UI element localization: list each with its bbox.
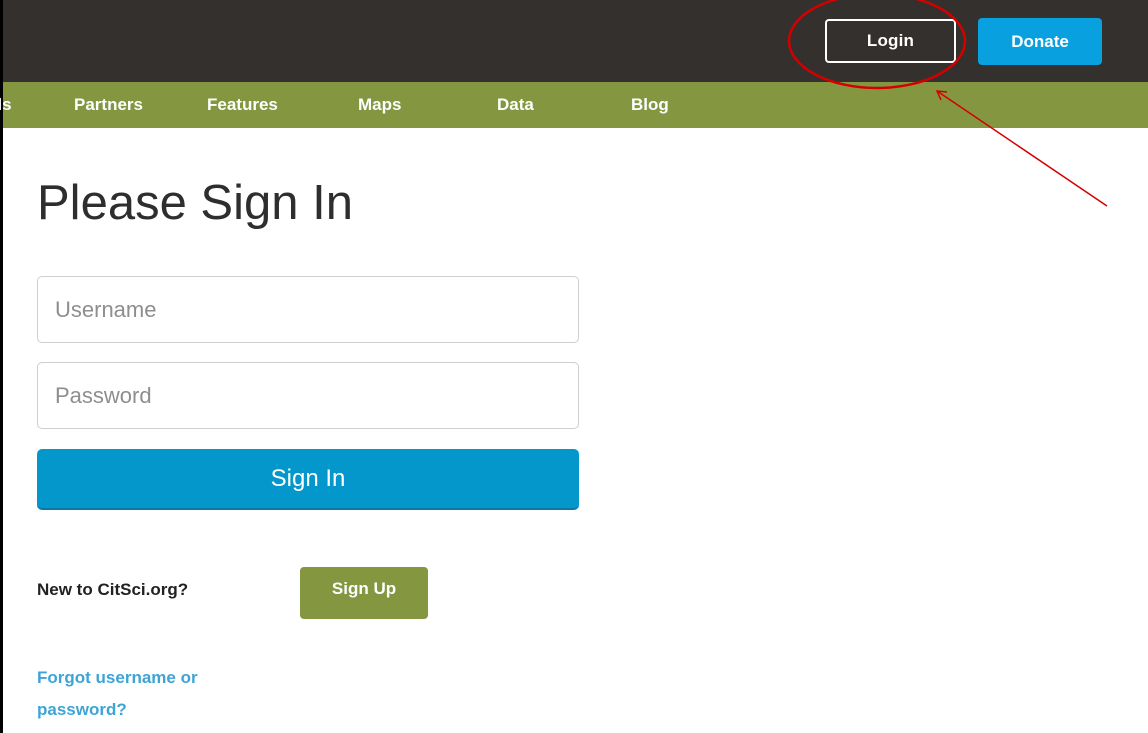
nav-item-data[interactable]: Data [497,82,534,128]
forgot-credentials-link[interactable]: Forgot username or password? [37,662,277,726]
nav-item-blog[interactable]: Blog [631,82,669,128]
nav-item-tools[interactable]: ols [0,82,12,128]
username-input[interactable] [37,276,579,343]
nav-item-partners[interactable]: Partners [74,82,143,128]
sign-up-button[interactable]: Sign Up [300,567,428,619]
password-input[interactable] [37,362,579,429]
nav-item-features[interactable]: Features [207,82,278,128]
donate-button[interactable]: Donate [978,18,1102,65]
sign-in-button[interactable]: Sign In [37,449,579,510]
new-user-prompt: New to CitSci.org? [37,580,189,599]
main-nav: ols Partners Features Maps Data Blog [0,82,1148,128]
page-title: Please Sign In [37,176,353,230]
top-bar: Login Donate [3,0,1148,82]
nav-item-maps[interactable]: Maps [358,82,401,128]
login-button[interactable]: Login [825,19,956,63]
